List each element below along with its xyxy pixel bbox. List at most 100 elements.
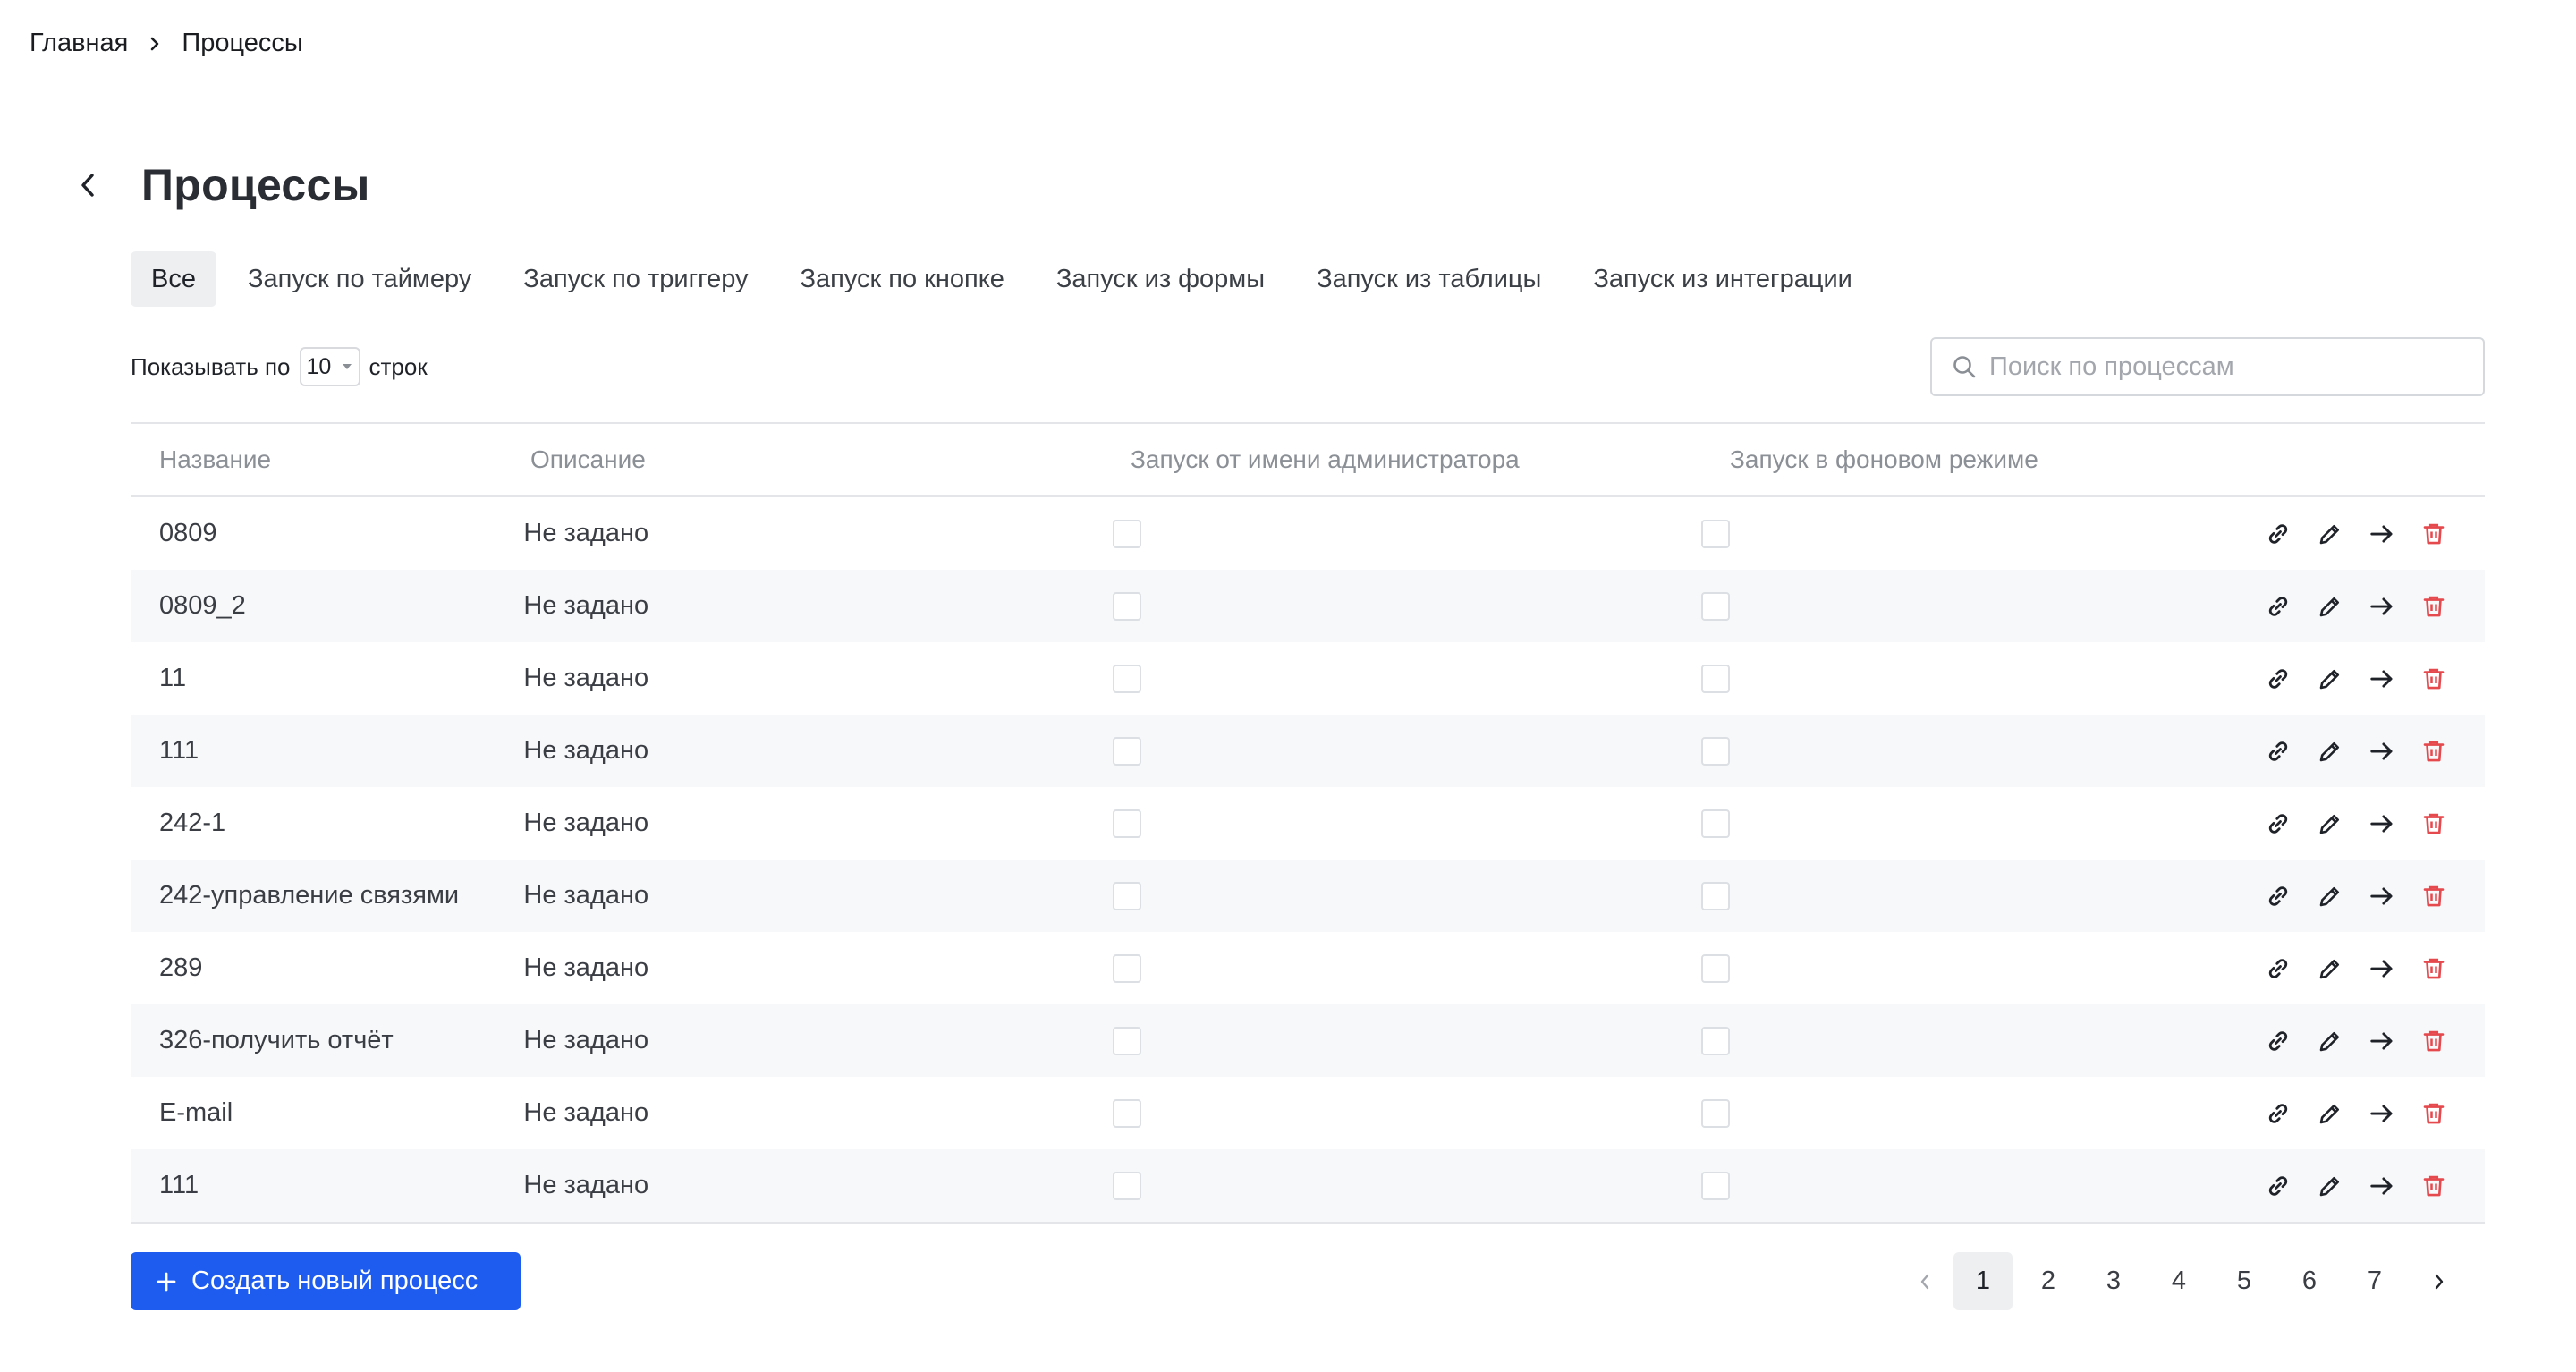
delete-button[interactable]	[2419, 1098, 2449, 1129]
tab-all[interactable]: Все	[131, 251, 216, 307]
edit-button[interactable]	[2315, 591, 2345, 622]
delete-button[interactable]	[2419, 664, 2449, 694]
tab-timer[interactable]: Запуск по таймеру	[227, 251, 492, 307]
delete-button[interactable]	[2419, 591, 2449, 622]
cell-description: Не задано	[523, 591, 649, 620]
table-row[interactable]: 289 Не задано	[131, 932, 2485, 1004]
pagination-prev-button[interactable]	[1896, 1252, 1953, 1310]
open-button[interactable]	[2367, 591, 2397, 622]
admin-checkbox[interactable]	[1113, 1098, 1142, 1128]
open-button[interactable]	[2367, 953, 2397, 984]
copy-link-button[interactable]	[2263, 953, 2293, 984]
background-checkbox[interactable]	[1700, 1171, 1730, 1200]
copy-link-button[interactable]	[2263, 736, 2293, 766]
copy-link-button[interactable]	[2263, 881, 2293, 911]
background-checkbox[interactable]	[1700, 1098, 1730, 1128]
background-checkbox[interactable]	[1700, 1026, 1730, 1055]
copy-link-button[interactable]	[2263, 809, 2293, 839]
link-icon	[2265, 1028, 2292, 1054]
table-row[interactable]: 111 Не задано	[131, 1149, 2485, 1222]
admin-checkbox[interactable]	[1113, 736, 1142, 766]
edit-button[interactable]	[2315, 1098, 2345, 1129]
admin-checkbox[interactable]	[1113, 519, 1142, 548]
column-header-description[interactable]: Описание	[530, 445, 1131, 474]
background-checkbox[interactable]	[1700, 664, 1730, 693]
copy-link-button[interactable]	[2263, 1171, 2293, 1201]
table-row[interactable]: 0809_2 Не задано	[131, 570, 2485, 642]
delete-button[interactable]	[2419, 1026, 2449, 1056]
edit-button[interactable]	[2315, 881, 2345, 911]
delete-button[interactable]	[2419, 809, 2449, 839]
table-row[interactable]: 326-получить отчёт Не задано	[131, 1004, 2485, 1077]
copy-link-button[interactable]	[2263, 519, 2293, 549]
copy-link-button[interactable]	[2263, 1026, 2293, 1056]
rows-per-page-select[interactable]: 10	[299, 347, 360, 386]
copy-link-button[interactable]	[2263, 664, 2293, 694]
background-checkbox[interactable]	[1700, 519, 1730, 548]
delete-button[interactable]	[2419, 519, 2449, 549]
breadcrumb-home-link[interactable]: Главная	[30, 29, 128, 58]
open-button[interactable]	[2367, 881, 2397, 911]
edit-button[interactable]	[2315, 953, 2345, 984]
copy-link-button[interactable]	[2263, 591, 2293, 622]
edit-button[interactable]	[2315, 519, 2345, 549]
open-button[interactable]	[2367, 519, 2397, 549]
table-row[interactable]: 242-управление связями Не задано	[131, 860, 2485, 932]
tab-trigger[interactable]: Запуск по триггеру	[503, 251, 768, 307]
open-button[interactable]	[2367, 1171, 2397, 1201]
copy-link-button[interactable]	[2263, 1098, 2293, 1129]
tab-integration[interactable]: Запуск из интеграции	[1572, 251, 1872, 307]
admin-checkbox[interactable]	[1113, 1026, 1142, 1055]
pagination-next-button[interactable]	[2411, 1252, 2468, 1310]
edit-button[interactable]	[2315, 736, 2345, 766]
tab-form[interactable]: Запуск из формы	[1036, 251, 1285, 307]
table-row[interactable]: 11 Не задано	[131, 642, 2485, 715]
cell-description: Не задано	[523, 1026, 649, 1054]
edit-button[interactable]	[2315, 809, 2345, 839]
open-button[interactable]	[2367, 664, 2397, 694]
open-button[interactable]	[2367, 736, 2397, 766]
create-process-button[interactable]: Создать новый процесс	[131, 1252, 521, 1310]
tab-button[interactable]: Запуск по кнопке	[780, 251, 1025, 307]
pagination-page-4[interactable]: 4	[2149, 1252, 2208, 1310]
pagination-page-2[interactable]: 2	[2019, 1252, 2078, 1310]
column-header-background[interactable]: Запуск в фоновом режиме	[1730, 445, 2302, 474]
background-checkbox[interactable]	[1700, 736, 1730, 766]
background-checkbox[interactable]	[1700, 881, 1730, 910]
admin-checkbox[interactable]	[1113, 953, 1142, 983]
open-button[interactable]	[2367, 1026, 2397, 1056]
delete-button[interactable]	[2419, 736, 2449, 766]
pagination-page-3[interactable]: 3	[2084, 1252, 2143, 1310]
delete-button[interactable]	[2419, 881, 2449, 911]
admin-checkbox[interactable]	[1113, 664, 1142, 693]
table-row[interactable]: 0809 Не задано	[131, 497, 2485, 570]
link-icon	[2265, 883, 2292, 910]
column-header-name[interactable]: Название	[131, 445, 530, 474]
admin-checkbox[interactable]	[1113, 1171, 1142, 1200]
pagination-page-7[interactable]: 7	[2345, 1252, 2404, 1310]
edit-icon	[2317, 955, 2343, 982]
tab-table[interactable]: Запуск из таблицы	[1296, 251, 1562, 307]
admin-checkbox[interactable]	[1113, 591, 1142, 621]
admin-checkbox[interactable]	[1113, 881, 1142, 910]
search-input[interactable]	[1989, 351, 2454, 382]
edit-button[interactable]	[2315, 1171, 2345, 1201]
open-button[interactable]	[2367, 1098, 2397, 1129]
admin-checkbox[interactable]	[1113, 809, 1142, 838]
background-checkbox[interactable]	[1700, 953, 1730, 983]
pagination-page-6[interactable]: 6	[2280, 1252, 2339, 1310]
back-button[interactable]	[72, 169, 104, 201]
delete-button[interactable]	[2419, 1171, 2449, 1201]
background-checkbox[interactable]	[1700, 591, 1730, 621]
pagination-page-5[interactable]: 5	[2215, 1252, 2274, 1310]
table-row[interactable]: E-mail Не задано	[131, 1077, 2485, 1149]
pagination-page-1[interactable]: 1	[1953, 1252, 2012, 1310]
table-row[interactable]: 242-1 Не задано	[131, 787, 2485, 860]
open-button[interactable]	[2367, 809, 2397, 839]
edit-button[interactable]	[2315, 664, 2345, 694]
delete-button[interactable]	[2419, 953, 2449, 984]
edit-button[interactable]	[2315, 1026, 2345, 1056]
column-header-admin[interactable]: Запуск от имени администратора	[1131, 445, 1730, 474]
background-checkbox[interactable]	[1700, 809, 1730, 838]
table-row[interactable]: 111 Не задано	[131, 715, 2485, 787]
